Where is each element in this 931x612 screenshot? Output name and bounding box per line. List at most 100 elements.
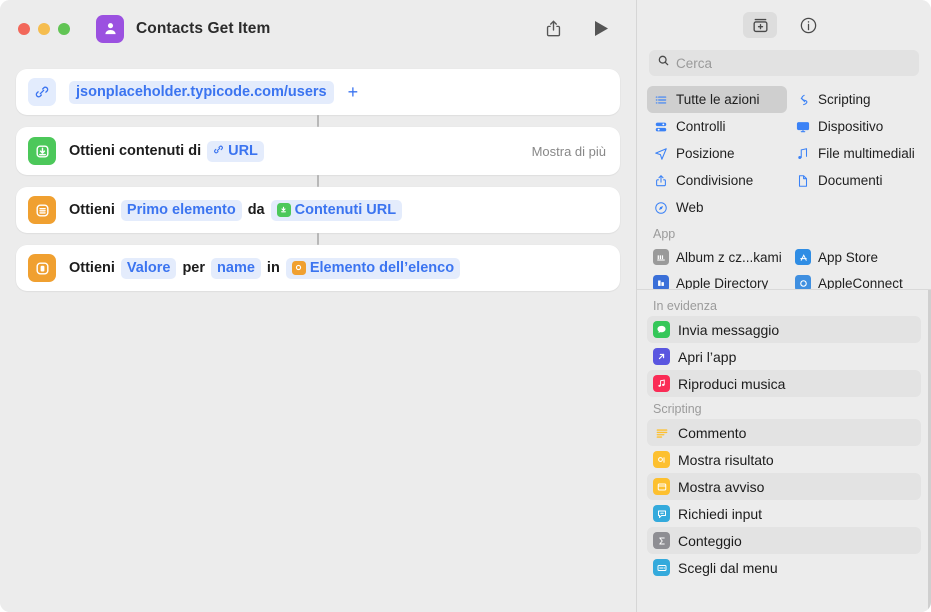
app-item-label: Apple Directory <box>676 275 769 290</box>
category-dispositivo[interactable]: Dispositivo <box>789 113 921 140</box>
key-name-pill[interactable]: name <box>211 257 261 279</box>
action-label-ottieni: Ottieni <box>69 202 115 218</box>
share-icon <box>653 174 669 188</box>
list-item-variable-label: Elemento dell’elenco <box>309 259 455 276</box>
action-label-da: da <box>247 202 265 218</box>
close-button[interactable] <box>18 22 30 35</box>
action-label-get-contents: Ottieni contenuti di <box>69 143 202 159</box>
app-item-label: Album z cz...kami <box>676 249 782 265</box>
run-shortcut-button[interactable] <box>586 15 616 43</box>
library-list[interactable]: In evidenza Invia messaggio Apri l’app R… <box>637 289 931 612</box>
actions-canvas: jsonplaceholder.typicode.com/users + Ott <box>0 57 636 612</box>
list-icon <box>28 196 56 224</box>
dictionary-mini-icon <box>291 260 306 275</box>
url-variable-label: URL <box>228 142 258 159</box>
list-item-label: Commento <box>678 424 747 441</box>
category-label: Dispositivo <box>818 119 884 134</box>
list-item-conteggio[interactable]: Conteggio <box>647 527 921 554</box>
list-item-label: Invia messaggio <box>678 321 780 338</box>
device-icon <box>795 120 811 134</box>
shortcut-editor: Contacts Get Item jsonplaceholder.typico… <box>0 0 636 612</box>
show-result-icon <box>653 451 670 468</box>
action-card-get-contents[interactable]: Ottieni contenuti di URL Mostra di più <box>16 127 620 175</box>
actions-library-icon[interactable] <box>743 12 777 38</box>
category-label: File multimediali <box>818 146 915 161</box>
category-controlli[interactable]: Controlli <box>647 113 787 140</box>
ask-input-icon <box>653 505 670 522</box>
link-glyph-icon <box>213 143 224 159</box>
minimize-button[interactable] <box>38 22 50 35</box>
url-value-pill[interactable]: jsonplaceholder.typicode.com/users <box>69 80 334 104</box>
list-item-label: Scegli dal menu <box>678 559 778 576</box>
url-contents-variable-pill[interactable]: Contenuti URL <box>270 199 403 221</box>
item-index-pill[interactable]: Primo elemento <box>120 199 242 221</box>
contacts-person-icon <box>96 14 124 43</box>
documents-icon <box>795 174 811 188</box>
category-grid: Tutte le azioni Scripting Controlli Disp… <box>637 86 931 221</box>
list-item-scegli-dal-menu[interactable]: Scegli dal menu <box>647 554 921 581</box>
value-type-pill[interactable]: Valore <box>120 257 177 279</box>
app-item-apple-directory[interactable]: Apple Directory <box>647 270 787 289</box>
choose-menu-icon <box>653 559 670 576</box>
zoom-button[interactable] <box>58 22 70 35</box>
category-label: Tutte le azioni <box>676 92 760 107</box>
titlebar: Contacts Get Item <box>0 0 636 57</box>
category-label: Condivisione <box>676 173 754 188</box>
list-item-label: Richiedi input <box>678 505 763 522</box>
list-item-richiedi-input[interactable]: Richiedi input <box>647 500 921 527</box>
action-card-url-text: jsonplaceholder.typicode.com/users + <box>66 80 361 104</box>
app-item-label: AppleConnect <box>818 275 903 290</box>
category-label: Scripting <box>818 92 871 107</box>
apple-directory-icon <box>653 275 669 289</box>
traffic-lights <box>18 22 70 35</box>
app-item-album[interactable]: Album z cz...kami <box>647 244 787 270</box>
category-web[interactable]: Web <box>647 194 787 221</box>
featured-section-header: In evidenza <box>653 299 717 313</box>
category-posizione[interactable]: Posizione <box>647 140 787 167</box>
apps-section-header: App <box>653 227 676 241</box>
actions-library-panel: Tutte le azioni Scripting Controlli <box>636 0 931 612</box>
controls-icon <box>653 120 669 134</box>
connector-1 <box>317 115 319 127</box>
show-more-button[interactable]: Mostra di più <box>532 144 606 159</box>
app-item-appleconnect[interactable]: AppleConnect <box>789 270 921 289</box>
appleconnect-icon <box>795 275 811 289</box>
list-item-variable-pill[interactable]: Elemento dell’elenco <box>285 257 461 279</box>
list-item-label: Mostra avviso <box>678 478 765 495</box>
category-scripting[interactable]: Scripting <box>789 86 921 113</box>
search-field[interactable] <box>649 50 919 76</box>
list-item-commento[interactable]: Commento <box>647 419 921 446</box>
list-item-apri-app[interactable]: Apri l’app <box>647 343 921 370</box>
list-item-mostra-avviso[interactable]: Mostra avviso <box>647 473 921 500</box>
action-card-get-contents-text: Ottieni contenuti di URL <box>66 140 267 162</box>
action-card-get-value[interactable]: Ottieni Valore per name in Elemento dell… <box>16 245 620 291</box>
category-file-multimediali[interactable]: File multimediali <box>789 140 921 167</box>
list-item-mostra-risultato[interactable]: Mostra risultato <box>647 446 921 473</box>
url-variable-pill[interactable]: URL <box>207 140 264 162</box>
comment-icon <box>653 424 670 441</box>
category-documenti[interactable]: Documenti <box>789 167 921 194</box>
connector-3 <box>317 233 319 245</box>
media-icon <box>795 147 811 161</box>
list-item-invia-messaggio[interactable]: Invia messaggio <box>647 316 921 343</box>
category-tutte-le-azioni[interactable]: Tutte le azioni <box>647 86 787 113</box>
search-input[interactable] <box>676 55 911 71</box>
music-icon <box>653 375 670 392</box>
action-card-url[interactable]: jsonplaceholder.typicode.com/users + <box>16 69 620 115</box>
list-item-label: Riproduci musica <box>678 375 786 392</box>
shortcuts-window: Contacts Get Item jsonplaceholder.typico… <box>0 0 931 612</box>
info-icon[interactable] <box>791 12 825 38</box>
app-store-icon <box>795 249 811 265</box>
search-container <box>637 50 931 86</box>
apps-section: App Album z cz...kami App Store Apple Di… <box>637 221 931 289</box>
category-condivisione[interactable]: Condivisione <box>647 167 787 194</box>
list-item-label: Apri l’app <box>678 348 737 365</box>
page-title: Contacts Get Item <box>136 19 271 37</box>
action-card-get-value-text: Ottieni Valore per name in Elemento dell… <box>66 257 463 279</box>
scripting-icon <box>795 93 811 107</box>
add-url-button[interactable]: + <box>346 83 361 101</box>
app-item-app-store[interactable]: App Store <box>789 244 921 270</box>
list-item-riproduci-musica[interactable]: Riproduci musica <box>647 370 921 397</box>
action-card-get-item[interactable]: Ottieni Primo elemento da Contenuti URL <box>16 187 620 233</box>
share-icon[interactable] <box>538 15 568 43</box>
